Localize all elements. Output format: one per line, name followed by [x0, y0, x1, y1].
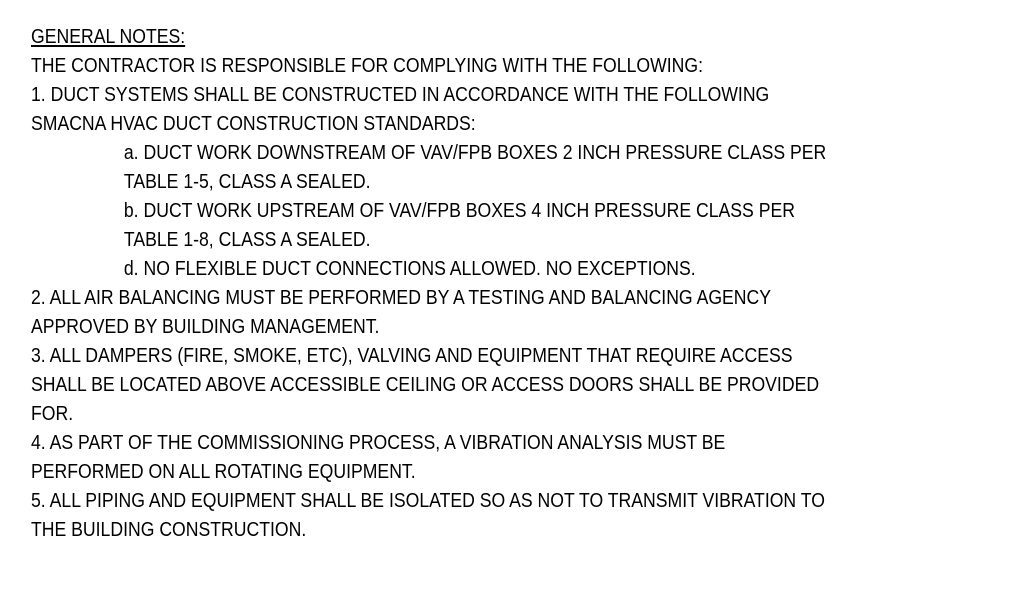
notes-heading: GENERAL NOTES: — [31, 25, 186, 48]
note-3-line-3: FOR. — [31, 402, 74, 425]
note-4-line-2: PERFORMED ON ALL ROTATING EQUIPMENT. — [31, 460, 416, 483]
general-notes-block: GENERAL NOTES: THE CONTRACTOR IS RESPONS… — [31, 22, 874, 544]
note-1a-line-2: TABLE 1-5, CLASS A SEALED. — [123, 170, 371, 193]
note-3-line-1: 3. ALL DAMPERS (FIRE, SMOKE, ETC), VALVI… — [31, 344, 793, 367]
notes-intro: THE CONTRACTOR IS RESPONSIBLE FOR COMPLY… — [31, 54, 703, 77]
note-3-line-2: SHALL BE LOCATED ABOVE ACCESSIBLE CEILIN… — [31, 373, 820, 396]
note-1d-line-1: d. NO FLEXIBLE DUCT CONNECTIONS ALLOWED.… — [123, 257, 696, 280]
note-4-line-1: 4. AS PART OF THE COMMISSIONING PROCESS,… — [31, 431, 726, 454]
note-5-line-2: THE BUILDING CONSTRUCTION. — [31, 518, 307, 541]
note-2-line-2: APPROVED BY BUILDING MANAGEMENT. — [31, 315, 380, 338]
note-2-line-1: 2. ALL AIR BALANCING MUST BE PERFORMED B… — [31, 286, 772, 309]
note-1a-line-1: a. DUCT WORK DOWNSTREAM OF VAV/FPB BOXES… — [123, 141, 827, 164]
note-1-line-1: 1. DUCT SYSTEMS SHALL BE CONSTRUCTED IN … — [31, 83, 770, 106]
note-5-line-1: 5. ALL PIPING AND EQUIPMENT SHALL BE ISO… — [31, 489, 825, 512]
note-1-line-2: SMACNA HVAC DUCT CONSTRUCTION STANDARDS: — [31, 112, 476, 135]
note-1b-line-2: TABLE 1-8, CLASS A SEALED. — [123, 228, 371, 251]
note-1b-line-1: b. DUCT WORK UPSTREAM OF VAV/FPB BOXES 4… — [123, 199, 795, 222]
